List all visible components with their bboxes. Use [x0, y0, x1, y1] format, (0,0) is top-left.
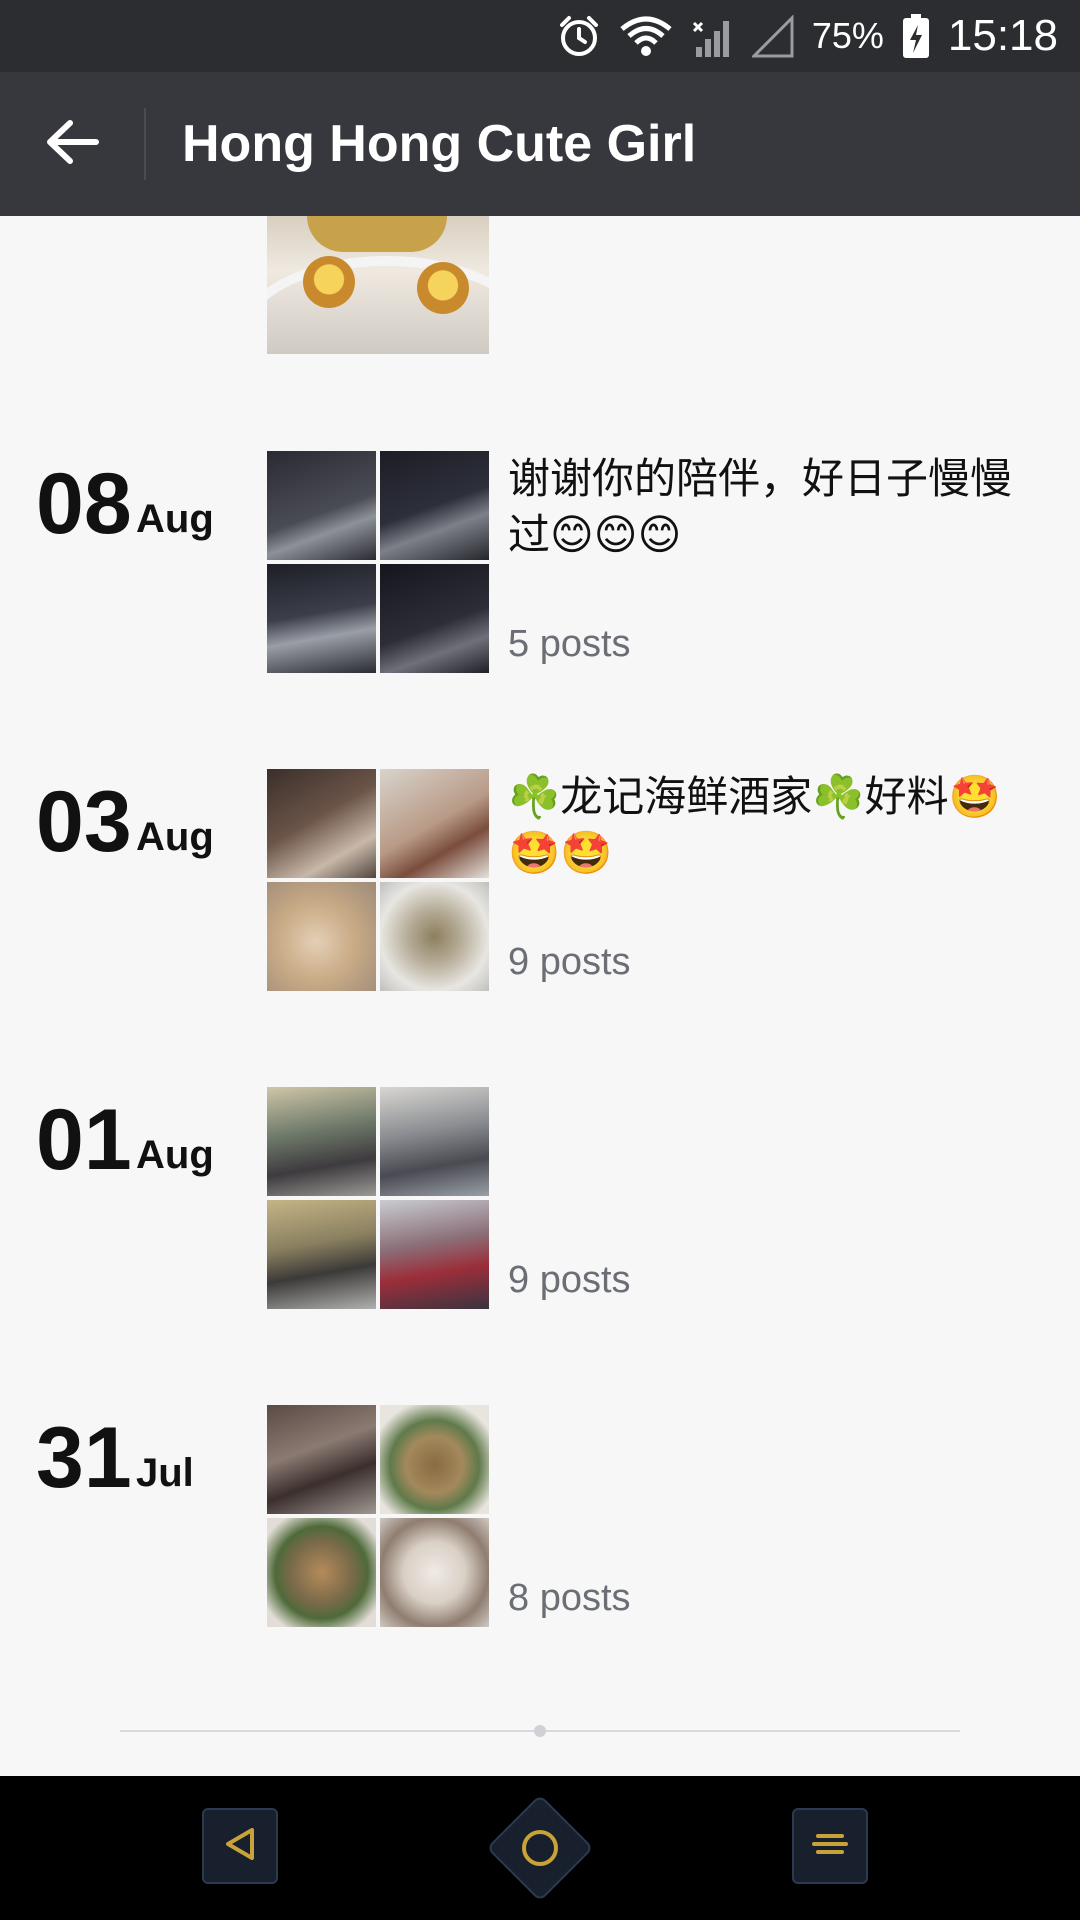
food-shape — [307, 216, 447, 252]
page-title: Hong Hong Cute Girl — [182, 115, 697, 173]
alarm-icon — [556, 13, 602, 59]
cell-signal-empty-icon — [751, 14, 794, 58]
thumbnail — [380, 1405, 489, 1514]
arrow-left-icon — [44, 118, 100, 171]
post-thumbnail-grid[interactable] — [267, 1405, 489, 1627]
post-day: 31 — [36, 1410, 132, 1506]
post-row[interactable]: 03 Aug ☘️龙记海鲜酒家☘️好料🤩🤩🤩 9 posts — [0, 769, 1080, 991]
post-month: Aug — [136, 815, 214, 859]
thumbnail — [267, 769, 376, 878]
cell-signal-icon — [690, 13, 734, 59]
nav-back-button[interactable] — [202, 1808, 278, 1884]
nav-home-icon — [520, 1828, 560, 1868]
app-bar: Hong Hong Cute Girl — [0, 72, 1080, 216]
thumbnail — [267, 882, 376, 991]
thumbnail — [267, 451, 376, 560]
post-caption: ☘️龙记海鲜酒家☘️好料🤩🤩🤩 — [508, 772, 1001, 877]
timeline-list[interactable]: 08 Aug 谢谢你的陪伴，好日子慢慢过😊😊😊 5 posts 03 Aug ☘… — [0, 216, 1080, 1776]
post-row[interactable]: 31 Jul 8 posts — [0, 1405, 1080, 1627]
wifi-icon — [620, 15, 672, 57]
thumbnail — [380, 1087, 489, 1196]
post-day: 03 — [36, 774, 132, 870]
partial-post-photo[interactable] — [267, 216, 489, 354]
battery-charging-icon — [902, 13, 930, 59]
end-of-list-dot — [534, 1725, 546, 1737]
post-caption: 谢谢你的陪伴，好日子慢慢过😊😊😊 — [508, 454, 1013, 559]
post-month: Jul — [136, 1451, 194, 1495]
thumbnail — [380, 451, 489, 560]
thumbnail — [267, 1518, 376, 1627]
thumbnail — [380, 564, 489, 673]
nav-menu-icon — [808, 1824, 852, 1869]
thumbnail — [267, 1200, 376, 1309]
thumbnail — [267, 1087, 376, 1196]
post-month: Aug — [136, 497, 214, 541]
post-row[interactable]: 08 Aug 谢谢你的陪伴，好日子慢慢过😊😊😊 5 posts — [0, 451, 1080, 673]
post-day: 08 — [36, 456, 132, 552]
navigation-bar — [0, 1776, 1080, 1920]
thumbnail — [267, 1405, 376, 1514]
post-count: 5 posts — [508, 623, 631, 665]
status-icons: 75% 15:18 — [556, 0, 1058, 72]
nav-menu-button[interactable] — [792, 1808, 868, 1884]
post-row[interactable]: 01 Aug 9 posts — [0, 1087, 1080, 1309]
battery-percentage: 75% — [811, 15, 884, 56]
thumbnail — [380, 769, 489, 878]
app-bar-divider — [144, 108, 146, 180]
post-day: 01 — [36, 1092, 132, 1188]
food-shape — [303, 256, 355, 308]
post-thumbnail-grid[interactable] — [267, 451, 489, 673]
post-count: 9 posts — [508, 941, 631, 983]
post-count: 9 posts — [508, 1259, 631, 1301]
post-thumbnail-grid[interactable] — [267, 1087, 489, 1309]
nav-back-icon — [220, 1824, 260, 1869]
thumbnail — [380, 882, 489, 991]
thumbnail — [267, 564, 376, 673]
post-count: 8 posts — [508, 1577, 631, 1619]
clock: 15:18 — [947, 11, 1058, 60]
post-thumbnail-grid[interactable] — [267, 769, 489, 991]
back-button[interactable] — [36, 108, 108, 180]
post-month: Aug — [136, 1133, 214, 1177]
status-bar: 75% 15:18 — [0, 0, 1080, 72]
thumbnail — [380, 1518, 489, 1627]
thumbnail — [380, 1200, 489, 1309]
food-shape — [417, 262, 469, 314]
